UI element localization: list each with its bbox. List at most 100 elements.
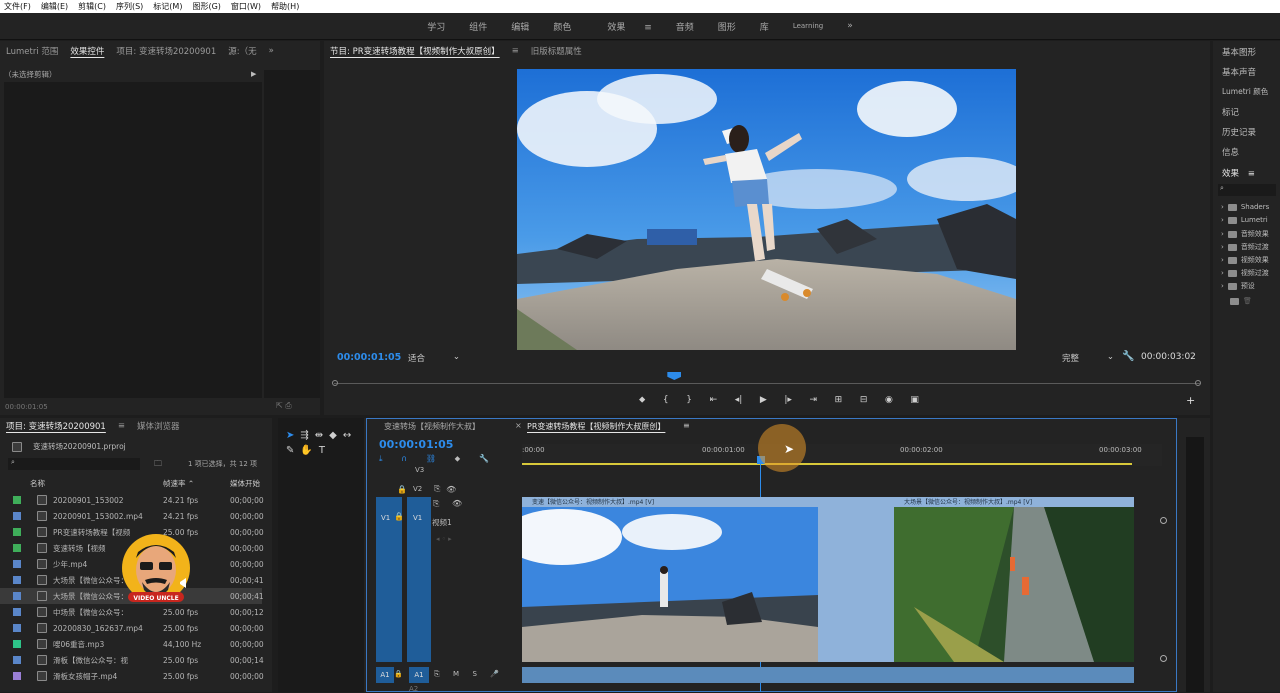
- type-tool-icon[interactable]: T: [319, 445, 325, 456]
- lift-icon[interactable]: ⊞: [835, 395, 843, 405]
- mark-in-icon[interactable]: {: [663, 395, 669, 405]
- project-row[interactable]: 20200901_153002.mp4 24.21 fps 00;00;00: [0, 508, 264, 524]
- label-color-swatch[interactable]: [13, 544, 21, 552]
- work-area-bar[interactable]: [522, 463, 1132, 465]
- hand-tool-icon[interactable]: ✋: [300, 445, 312, 456]
- compare-icon[interactable]: ▣: [910, 395, 919, 405]
- quality-select[interactable]: 完整 ⌄: [1062, 352, 1114, 364]
- tab-program[interactable]: 节目: PR变速转场教程【视频制作大叔原创】: [330, 45, 500, 57]
- menu-marker[interactable]: 标记(M): [153, 1, 182, 12]
- source-v1-patch[interactable]: V1: [376, 497, 402, 662]
- tabs-overflow-icon[interactable]: »: [269, 46, 274, 56]
- tab-project[interactable]: 项目: 变速转场20200901: [6, 420, 106, 432]
- tab-source[interactable]: 源:（无: [228, 45, 256, 57]
- label-color-swatch[interactable]: [13, 496, 21, 504]
- pen-tool-icon[interactable]: ✎: [286, 445, 294, 456]
- menu-sequence[interactable]: 序列(S): [116, 1, 143, 12]
- go-to-out-icon[interactable]: ⇥: [810, 395, 818, 405]
- solo-button[interactable]: S: [472, 670, 476, 679]
- menu-file[interactable]: 文件(F): [4, 1, 31, 12]
- close-tab-icon[interactable]: ×: [515, 421, 522, 430]
- workspace-libraries[interactable]: 库: [748, 20, 781, 33]
- workspace-learn[interactable]: 学习: [415, 20, 457, 33]
- workspace-learning[interactable]: Learning: [781, 22, 835, 30]
- menu-window[interactable]: 窗口(W): [231, 1, 261, 12]
- play-icon[interactable]: ▶: [760, 395, 767, 405]
- project-row[interactable]: 滑板女孩帽子.mp4 25.00 fps 00;00;00: [0, 668, 264, 684]
- scrub-end-handle[interactable]: [1195, 380, 1201, 386]
- mute-button[interactable]: M: [453, 670, 459, 679]
- label-color-swatch[interactable]: [13, 672, 21, 680]
- workspace-audio[interactable]: 音频: [664, 20, 706, 33]
- workspace-effects[interactable]: 效果 ≡: [583, 20, 663, 33]
- project-row[interactable]: 中场景【微信公众号： 25.00 fps 00;00;12: [0, 604, 264, 620]
- scrub-start-handle[interactable]: [332, 380, 338, 386]
- workspace-assembly[interactable]: 组件: [457, 20, 499, 33]
- source-a1-patch[interactable]: A1: [376, 667, 394, 683]
- timeline-tab-1[interactable]: 变速转场【视频制作大叔】: [384, 421, 480, 432]
- tab-legacy-title[interactable]: 旧版标题属性: [531, 45, 582, 57]
- new-bin-folder-icon[interactable]: 🗀: [154, 458, 162, 472]
- lock-icon[interactable]: 🔒: [394, 670, 403, 678]
- wrench-icon[interactable]: 🔧: [1122, 351, 1134, 362]
- workspace-graphics[interactable]: 图形: [706, 20, 748, 33]
- tab-project-source[interactable]: 项目: 变速转场20200901: [116, 45, 216, 57]
- menu-clip[interactable]: 剪辑(C): [78, 1, 106, 12]
- timeline-tab-2[interactable]: PR变速转场教程【视频制作大叔原创】: [527, 421, 665, 432]
- panel-history[interactable]: 历史记录: [1222, 126, 1256, 138]
- razor-tool-icon[interactable]: ◆: [329, 430, 337, 441]
- effects-item[interactable]: › 音频过渡: [1221, 242, 1269, 252]
- label-color-swatch[interactable]: [13, 512, 21, 520]
- scrub-bar[interactable]: [334, 383, 1200, 384]
- column-media-start[interactable]: 媒体开始: [230, 478, 260, 489]
- clip-a1-audio[interactable]: [522, 667, 1134, 683]
- clip-v1-forest[interactable]: 大场景【微信公众号：视频制作大叔】.mp4 [V]: [894, 497, 1134, 662]
- menu-help[interactable]: 帮助(H): [271, 1, 299, 12]
- panel-essential-sound[interactable]: 基本声音: [1222, 66, 1256, 78]
- workspace-color[interactable]: 颜色: [541, 20, 583, 33]
- tab-lumetri-scopes[interactable]: Lumetri 范围: [6, 45, 58, 57]
- tab-effect-controls[interactable]: 效果控件: [70, 45, 104, 57]
- effects-item[interactable]: › 视频过渡: [1221, 268, 1269, 278]
- eye-icon[interactable]: 👁: [444, 485, 458, 494]
- lock-icon[interactable]: 🔒: [395, 485, 409, 494]
- workspace-editing[interactable]: 编辑: [499, 20, 541, 33]
- mic-icon[interactable]: 🎤: [490, 670, 499, 679]
- project-row[interactable]: 20200901_153002 24.21 fps 00;00;00: [0, 492, 264, 508]
- effects-item[interactable]: › 音频效果: [1221, 229, 1269, 239]
- timeline-timecode[interactable]: 00:00:01:05: [379, 438, 453, 451]
- panel-lumetri-color[interactable]: Lumetri 颜色: [1222, 86, 1268, 97]
- effects-item[interactable]: › 视频效果: [1221, 255, 1269, 265]
- column-name[interactable]: 名称: [30, 478, 45, 489]
- panel-essential-graphics[interactable]: 基本图形: [1222, 46, 1256, 58]
- slip-tool-icon[interactable]: ↔: [343, 430, 351, 441]
- track-scroll-handle[interactable]: [1160, 517, 1167, 524]
- mark-out-icon[interactable]: }: [686, 395, 692, 405]
- track-select-tool-icon[interactable]: ⇶: [300, 430, 308, 441]
- label-color-swatch[interactable]: [13, 560, 21, 568]
- effects-item[interactable]: › 预设: [1221, 281, 1255, 291]
- label-color-swatch[interactable]: [13, 624, 21, 632]
- keyframe-nav-icon[interactable]: ◂ ◦ ▸: [436, 535, 452, 543]
- effects-item[interactable]: › Lumetri: [1221, 216, 1268, 224]
- go-to-in-icon[interactable]: ⇤: [710, 395, 718, 405]
- clip-v1-skater[interactable]: 变速【微信公众号：视频制作大叔】.mp4 [V]: [522, 497, 818, 662]
- project-search-input[interactable]: ⌕: [8, 458, 140, 470]
- effects-new-bin[interactable]: 🗑: [1230, 297, 1252, 305]
- program-timecode[interactable]: 00:00:01:05: [337, 352, 401, 363]
- tab-media-browser[interactable]: 媒体浏览器: [137, 420, 180, 432]
- project-row[interactable]: 滑板【微信公众号：视 25.00 fps 00;00;14: [0, 652, 264, 668]
- export-frame-icon[interactable]: ⇱ ⎙: [276, 401, 292, 411]
- step-forward-icon[interactable]: |▸: [784, 395, 792, 405]
- add-button-icon[interactable]: +: [1186, 394, 1195, 407]
- panel-markers[interactable]: 标记: [1222, 106, 1239, 118]
- tab-menu-icon[interactable]: ≡: [512, 46, 519, 56]
- program-playhead[interactable]: [667, 372, 682, 380]
- expand-arrow-icon[interactable]: ▶: [251, 70, 256, 78]
- add-marker-icon[interactable]: ⬥: [639, 395, 645, 405]
- menu-edit[interactable]: 编辑(E): [41, 1, 68, 12]
- menu-graphics[interactable]: 图形(G): [192, 1, 220, 12]
- panel-info[interactable]: 信息: [1222, 146, 1239, 158]
- workspace-more-button[interactable]: »: [835, 21, 865, 31]
- label-color-swatch[interactable]: [13, 640, 21, 648]
